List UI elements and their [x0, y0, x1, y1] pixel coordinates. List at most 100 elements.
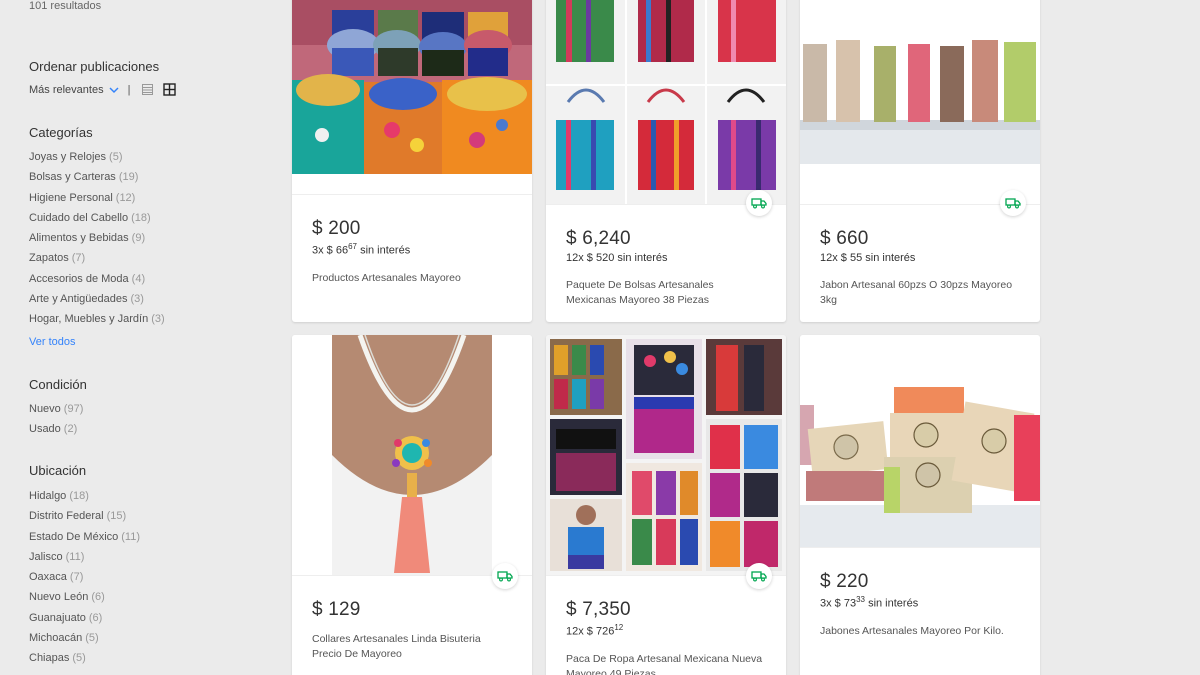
location-item[interactable]: Nuevo León (6) — [29, 591, 140, 611]
product-info: $ 220 3x $ 7333 sin interés Jabones Arte… — [800, 571, 1040, 639]
location-title: Ubicación — [29, 463, 87, 478]
filter-count: (19) — [118, 171, 139, 184]
filter-count: (6) — [91, 591, 105, 604]
category-item[interactable]: Alimentos y Bebidas (9) — [29, 232, 165, 252]
category-item[interactable]: Arte y Antigüedades (3) — [29, 293, 165, 313]
location-item[interactable]: Distrito Federal (15) — [29, 510, 140, 530]
category-item[interactable]: Bolsas y Carteras (19) — [29, 171, 165, 191]
free-shipping-badge — [492, 563, 518, 589]
product-price: $ 200 — [312, 218, 361, 239]
filter-label: Nuevo — [29, 403, 61, 415]
product-image[interactable] — [546, 0, 786, 204]
see-all-link[interactable]: Ver todos — [29, 336, 75, 348]
product-card[interactable]: $ 200 3x $ 6667 sin interés Productos Ar… — [292, 0, 532, 322]
filter-label: Higiene Personal — [29, 191, 113, 204]
filter-count: (7) — [69, 571, 84, 584]
condition-list: Nuevo (97) Usado (2) — [29, 403, 83, 444]
product-card[interactable]: $ 660 12x $ 55 sin interés Jabon Artesan… — [800, 0, 1040, 322]
product-title[interactable]: Collares Artesanales Linda Bisuteria Pre… — [312, 632, 512, 662]
artisan-soap-image — [800, 0, 1040, 204]
filter-count: (18) — [69, 490, 89, 502]
location-list: Hidalgo (18) Distrito Federal (15) Estado … — [29, 490, 140, 673]
product-title[interactable]: Paca De Ropa Artesanal Mexicana Nueva Ma… — [566, 652, 766, 675]
filter-label: Bolsas y Carteras — [29, 171, 116, 184]
filter-count: (12) — [115, 191, 136, 204]
filter-label: Accesorios de Moda — [29, 272, 129, 285]
location-item[interactable]: Jalisco (11) — [29, 551, 140, 571]
sort-title: Ordenar publicaciones — [29, 59, 160, 74]
product-image[interactable] — [292, 0, 532, 174]
sort-dropdown[interactable]: Más relevantes — [29, 84, 120, 96]
location-item[interactable]: Guanajuato (6) — [29, 612, 140, 632]
installment-amount: 3x $ 66 — [312, 244, 349, 257]
filter-label: Nuevo León — [29, 591, 89, 604]
product-image[interactable] — [292, 335, 532, 575]
product-card[interactable]: $ 220 3x $ 7333 sin interés Jabones Arte… — [800, 335, 1040, 675]
category-item[interactable]: Hogar, Muebles y Jardín (3) — [29, 313, 165, 333]
condition-title: Condición — [29, 377, 87, 392]
sort-separator: | — [127, 83, 131, 96]
filter-label: Zapatos — [29, 252, 69, 265]
embroidered-blouses-image — [292, 0, 532, 174]
truck-icon — [751, 571, 767, 582]
product-info: $ 660 12x $ 55 sin interés Jabon Artesan… — [800, 228, 1040, 308]
product-image[interactable] — [546, 335, 786, 575]
condition-item[interactable]: Nuevo (97) — [29, 403, 83, 423]
grid-view-icon[interactable] — [163, 83, 177, 96]
product-title[interactable]: Paquete De Bolsas Artesanales Mexicanas … — [566, 278, 766, 308]
filter-label: Cuidado del Cabello — [29, 211, 129, 224]
product-info: $ 129 Collares Artesanales Linda Bisuter… — [292, 599, 532, 662]
filter-count: (3) — [130, 293, 144, 306]
product-image[interactable] — [800, 0, 1040, 204]
filter-count: (9) — [131, 232, 146, 245]
truck-icon — [751, 198, 767, 209]
product-title[interactable]: Jabon Artesanal 60pzs O 30pzs Mayoreo 3k… — [820, 278, 1020, 308]
filter-count: (7) — [71, 252, 86, 265]
location-item[interactable]: Oaxaca (7) — [29, 571, 140, 591]
product-installments: 12x $ 520 sin interés — [566, 252, 766, 264]
sort-row: Más relevantes | — [29, 83, 177, 96]
category-item[interactable]: Zapatos (7) — [29, 252, 165, 272]
filter-label: Hidalgo — [29, 490, 67, 502]
filter-count: (97) — [63, 403, 84, 415]
product-title[interactable]: Jabones Artesanales Mayoreo Por Kilo. — [820, 624, 1020, 639]
product-card[interactable]: $ 129 Collares Artesanales Linda Bisuter… — [292, 335, 532, 675]
product-price: $ 6,240 — [566, 228, 631, 249]
location-item[interactable]: Estado De México (11) — [29, 531, 140, 551]
categories-title: Categorías — [29, 125, 93, 140]
product-price: $ 660 — [820, 228, 869, 249]
filter-count: (5) — [109, 151, 123, 163]
product-info: $ 200 3x $ 6667 sin interés Productos Ar… — [292, 218, 532, 286]
category-item[interactable]: Joyas y Relojes (5) — [29, 151, 165, 171]
product-installments: 12x $ 72612 — [566, 623, 766, 638]
product-info: $ 6,240 12x $ 520 sin interés Paquete De… — [546, 228, 786, 308]
product-image[interactable] — [800, 335, 1040, 547]
location-item[interactable]: Michoacán (5) — [29, 632, 140, 652]
product-card[interactable]: $ 6,240 12x $ 520 sin interés Paquete De… — [546, 0, 786, 322]
filter-count: (6) — [88, 611, 103, 624]
product-title[interactable]: Productos Artesanales Mayoreo — [312, 271, 512, 286]
location-item[interactable]: Chiapas (5) — [29, 652, 140, 672]
category-item[interactable]: Accesorios de Moda (4) — [29, 273, 165, 293]
filter-count: (3) — [151, 313, 165, 326]
category-item[interactable]: Cuidado del Cabello (18) — [29, 212, 165, 232]
filter-count: (5) — [85, 632, 99, 645]
category-item[interactable]: Higiene Personal (12) — [29, 192, 165, 212]
filter-count: (4) — [131, 272, 146, 285]
necklace-image — [292, 335, 532, 575]
product-price: $ 220 — [820, 571, 869, 592]
filter-label: Michoacán — [29, 632, 83, 645]
filter-label: Hogar, Muebles y Jardín — [29, 313, 149, 326]
installment-interest: sin interés — [865, 252, 916, 264]
installment-amount: 3x $ 73 — [820, 597, 857, 610]
condition-item[interactable]: Usado (2) — [29, 423, 83, 443]
filter-label: Alimentos y Bebidas — [29, 232, 129, 245]
filter-label: Usado — [29, 423, 61, 436]
product-info: $ 7,350 12x $ 72612 Paca De Ropa Artesan… — [546, 599, 786, 675]
product-card[interactable]: $ 7,350 12x $ 72612 Paca De Ropa Artesan… — [546, 335, 786, 675]
list-view-icon[interactable] — [141, 83, 154, 96]
chevron-down-icon — [109, 86, 119, 93]
truck-icon — [497, 571, 513, 582]
location-item[interactable]: Hidalgo (18) — [29, 490, 140, 510]
results-count: 101 resultados — [29, 0, 102, 12]
